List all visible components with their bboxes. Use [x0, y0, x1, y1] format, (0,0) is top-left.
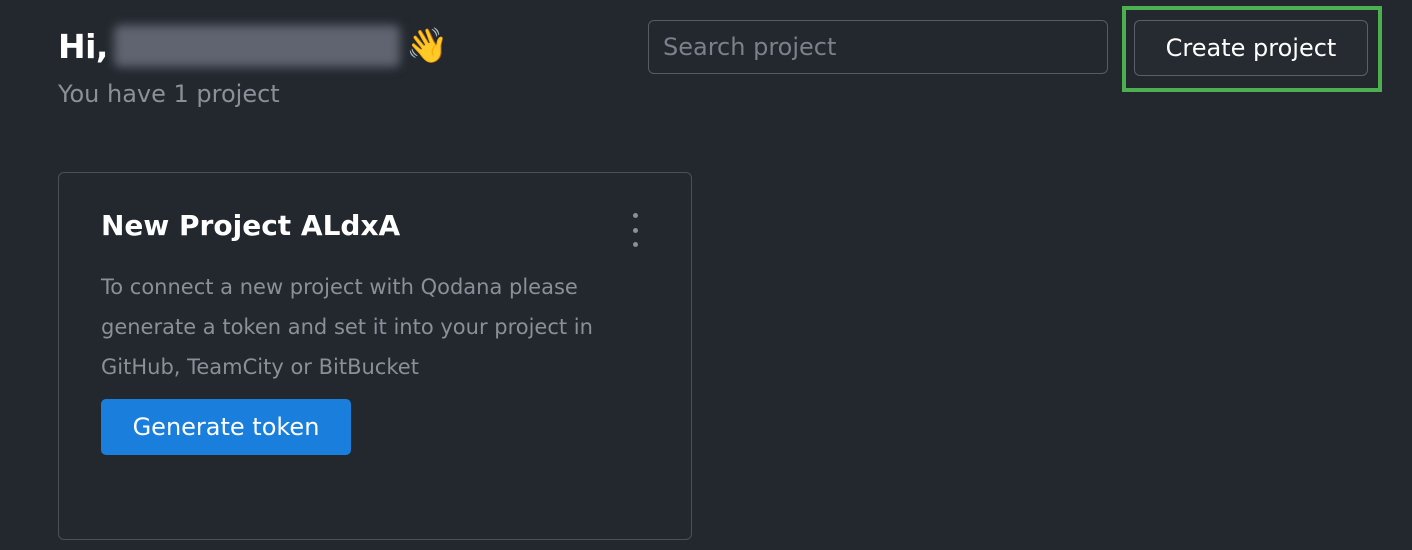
create-project-button[interactable]: Create project: [1134, 20, 1368, 76]
menu-dot: [632, 227, 638, 233]
greeting-text: Hi,: [58, 26, 108, 66]
dashboard: Hi, 👋 You have 1 project Create project …: [0, 0, 1412, 550]
project-description: To connect a new project with Qodana ple…: [101, 275, 593, 379]
project-card: New Project ALdxA To connect a new proje…: [58, 172, 692, 540]
waving-hand-icon: 👋: [405, 26, 449, 66]
generate-token-button[interactable]: Generate token: [101, 399, 351, 455]
user-name-blurred: [113, 25, 400, 67]
greeting: Hi, 👋: [58, 22, 448, 70]
menu-dot: [632, 242, 638, 247]
search-input[interactable]: [648, 20, 1108, 74]
more-vertical-icon[interactable]: [623, 213, 647, 247]
project-count: You have 1 project: [58, 80, 280, 108]
project-title[interactable]: New Project ALdxA: [101, 209, 400, 242]
menu-dot: [632, 213, 638, 218]
